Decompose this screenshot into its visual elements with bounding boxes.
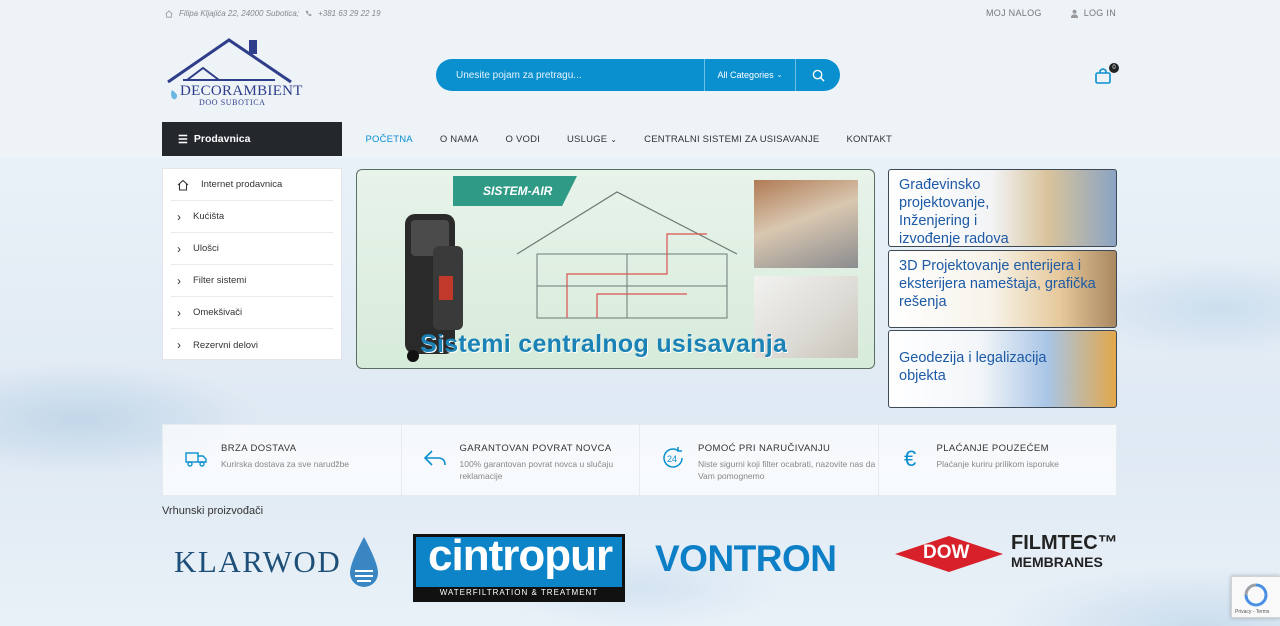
side-banner-geodezija[interactable]: Geodezija i legalizacija objekta xyxy=(888,330,1117,408)
hamburger-icon: ☰ xyxy=(178,133,188,146)
main-nav: POČETNA O NAMA O VODI USLUGE ⌄ CENTRALNI… xyxy=(352,122,906,156)
banner-title: Sistemi centralnog usisavanja xyxy=(420,330,788,358)
home-icon xyxy=(177,179,189,191)
features-strip: BRZA DOSTAVA Kurirska dostava za sve nar… xyxy=(162,424,1117,496)
phone-text: +381 63 29 22 19 xyxy=(318,9,381,18)
category-item-omeksivaci[interactable]: › Omekšivači xyxy=(171,297,333,329)
nav-item-centralni-sistemi[interactable]: CENTRALNI SISTEMI ZA USISAVANJE xyxy=(631,134,833,145)
search-bar: All Categories ⌄ xyxy=(436,59,840,91)
category-label: Ulošci xyxy=(193,243,219,254)
category-label: Filter sistemi xyxy=(193,275,247,286)
category-item-rezervni-delovi[interactable]: › Rezervni delovi xyxy=(171,329,333,361)
nav-item-kontakt[interactable]: KONTAKT xyxy=(833,134,906,145)
category-select-label: All Categories xyxy=(717,70,774,80)
category-item-internet-prodavnica[interactable]: Internet prodavnica xyxy=(171,169,333,201)
chevron-right-icon: › xyxy=(177,338,181,352)
brand-filmtec-sub: MEMBRANES xyxy=(1011,554,1103,570)
category-item-filter-sistemi[interactable]: › Filter sistemi xyxy=(171,265,333,297)
nav-item-pocetna[interactable]: POČETNA xyxy=(352,134,426,145)
category-item-kucista[interactable]: › Kućišta xyxy=(171,201,333,233)
return-arrow-icon xyxy=(423,450,446,466)
brands-title: Vrhunski proizvođači xyxy=(162,505,264,517)
category-label: Kućišta xyxy=(193,211,225,222)
logo[interactable]: DECORAMBIENT DOO SUBOTICA xyxy=(163,34,302,107)
my-account-link[interactable]: MOJ NALOG xyxy=(986,8,1042,18)
shop-button-label: Prodavnica xyxy=(193,133,251,145)
brand-klarwod-name: KLARWOD xyxy=(174,544,342,579)
address-text: Filipa Kljajića 22, 24000 Subotica; xyxy=(179,9,300,18)
side-banner-text: 3D Projektovanje enterijera i eksterijer… xyxy=(899,258,1096,310)
home-icon xyxy=(165,9,173,18)
header: DECORAMBIENT DOO SUBOTICA All Categories… xyxy=(0,26,1280,122)
recaptcha-icon xyxy=(1244,583,1268,607)
category-label: Omekšivači xyxy=(193,307,243,318)
feature-povrat-novca: GARANTOVAN POVRAT NOVCA 100% garantovan … xyxy=(402,425,640,495)
search-button[interactable] xyxy=(796,59,840,91)
main-banner[interactable]: SISTEM-AIR Sistemi centralnog usisavanja xyxy=(356,169,875,369)
feature-text: Niste sigurni koji filter ocabrati, nazo… xyxy=(698,459,876,481)
logo-subtitle: DOO SUBOTICA xyxy=(199,98,266,107)
interior-photo xyxy=(754,180,858,268)
brand-cintropur-tagline: WATERFILTRATION & TREATMENT xyxy=(416,587,622,599)
search-input[interactable] xyxy=(436,59,704,91)
brand-cintropur-name: cintropur xyxy=(428,531,613,580)
chevron-right-icon: › xyxy=(177,241,181,256)
chevron-right-icon: › xyxy=(177,209,181,224)
brand-cintropur[interactable]: cintropur WATERFILTRATION & TREATMENT xyxy=(413,531,625,602)
cart-count-badge: 0 xyxy=(1109,63,1119,73)
feature-title: POMOĆ PRI NARUČIVANJU xyxy=(698,443,831,454)
euro-icon: € xyxy=(904,446,916,471)
feature-text: Kurirska dostava za sve narudžbe xyxy=(221,459,350,469)
brand-vontron[interactable]: VONTRON xyxy=(655,538,837,580)
login-link[interactable]: LOG IN xyxy=(1070,8,1116,18)
login-label: LOG IN xyxy=(1083,8,1116,18)
support-24-icon: 24 xyxy=(663,447,683,468)
feature-text: 100% garantovan povrat novca u slučaju r… xyxy=(459,459,614,481)
side-banner-gradjevinsko[interactable]: Građevinsko projektovanje, Inženjering i… xyxy=(888,169,1117,247)
nav-item-usluge[interactable]: USLUGE ⌄ xyxy=(553,134,630,145)
brand-filmtec-name: FILMTEC™ xyxy=(1011,532,1118,554)
navigation-row: ☰ Prodavnica POČETNA O NAMA O VODI USLUG… xyxy=(0,122,1280,158)
side-banner-3d-projektovanje[interactable]: 3D Projektovanje enterijera i eksterijer… xyxy=(888,250,1117,328)
category-menu: Internet prodavnica › Kućišta › Ulošci ›… xyxy=(162,168,342,360)
recaptcha-links: Privacy - Terms xyxy=(1235,609,1270,615)
nav-item-o-nama[interactable]: O NAMA xyxy=(426,134,492,145)
feature-pomoc: 24 POMOĆ PRI NARUČIVANJU Niste sigurni k… xyxy=(640,425,879,495)
svg-text:€: € xyxy=(904,446,916,471)
user-icon xyxy=(1070,9,1078,18)
nav-item-usluge-label: USLUGE xyxy=(566,133,608,145)
feature-title: BRZA DOSTAVA xyxy=(221,443,297,454)
house-diagram-image xyxy=(516,191,738,319)
chevron-right-icon: › xyxy=(177,305,181,320)
shop-categories-button[interactable]: ☰ Prodavnica xyxy=(162,122,342,156)
feature-placanje: € PLAĆANJE POUZEĆEM Plaćanje kuriru pril… xyxy=(879,425,1117,495)
feature-text: Plaćanje kuriru prilikom isporuke xyxy=(936,459,1059,469)
brand-klarwod[interactable]: KLARWOD xyxy=(174,534,381,590)
svg-text:24: 24 xyxy=(667,454,677,464)
feature-title: PLAĆANJE POUZEĆEM xyxy=(936,443,1049,454)
feature-brza-dostava: BRZA DOSTAVA Kurirska dostava za sve nar… xyxy=(163,425,402,495)
top-bar: Filipa Kljajića 22, 24000 Subotica; +381… xyxy=(0,0,1280,26)
search-icon xyxy=(812,69,825,82)
category-label: Internet prodavnica xyxy=(201,179,283,190)
brand-dow-filmtec[interactable]: DOW FILMTEC™ MEMBRANES xyxy=(895,532,1118,576)
chevron-right-icon: › xyxy=(177,273,181,288)
chevron-down-icon: ⌄ xyxy=(776,72,783,79)
water-drop-icon xyxy=(350,537,379,587)
nav-item-o-vodi[interactable]: O VODI xyxy=(492,134,553,145)
recaptcha-badge[interactable]: Privacy - Terms xyxy=(1231,576,1280,618)
truck-icon xyxy=(185,452,207,467)
cart-button[interactable]: 0 xyxy=(1094,63,1119,86)
category-select[interactable]: All Categories ⌄ xyxy=(704,59,796,91)
brand-dow-name: DOW xyxy=(923,542,970,563)
category-item-ulosci[interactable]: › Ulošci xyxy=(171,233,333,265)
side-banner-text: Geodezija i legalizacija objekta xyxy=(899,350,1047,384)
contact-info: Filipa Kljajića 22, 24000 Subotica; +381… xyxy=(165,9,381,18)
category-label: Rezervni delovi xyxy=(193,339,258,351)
side-banner-text: Građevinsko projektovanje, Inženjering i… xyxy=(899,177,1009,247)
chevron-down-icon: ⌄ xyxy=(610,134,618,144)
phone-icon xyxy=(305,10,312,17)
feature-title: GARANTOVAN POVRAT NOVCA xyxy=(459,443,612,454)
